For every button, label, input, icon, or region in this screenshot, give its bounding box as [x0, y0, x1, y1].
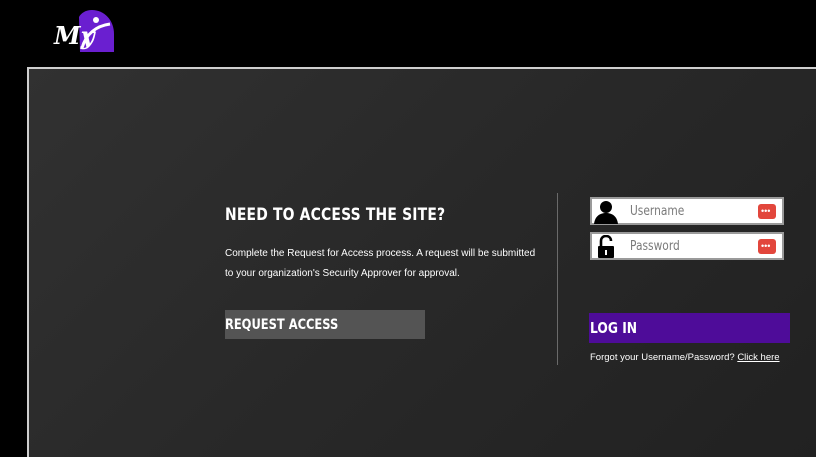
app-logo[interactable]: My — [52, 8, 114, 54]
access-description: Complete the Request for Access process.… — [225, 248, 536, 279]
password-key-icon[interactable]: ••• — [758, 239, 776, 254]
forgot-link[interactable]: Click here — [737, 352, 779, 363]
forgot-text: Forgot your Username/Password? — [590, 352, 735, 363]
password-key-icon[interactable]: ••• — [758, 204, 776, 219]
password-input[interactable] — [630, 236, 722, 256]
password-field[interactable]: ••• — [590, 232, 784, 260]
request-access-button[interactable]: REQUEST ACCESS — [225, 310, 425, 339]
logo-text: My — [53, 21, 97, 50]
login-button[interactable]: LOG IN — [589, 313, 790, 343]
login-label: LOG IN — [590, 319, 638, 337]
request-access-label: REQUEST ACCESS — [225, 316, 339, 333]
username-input[interactable] — [630, 201, 722, 221]
lock-icon — [598, 235, 614, 258]
access-title: NEED TO ACCESS THE SITE? — [225, 205, 446, 225]
username-field[interactable]: ••• — [590, 197, 784, 225]
header: My — [0, 0, 816, 68]
forgot-credentials: Forgot your Username/Password? Click her… — [590, 352, 780, 363]
user-icon — [594, 201, 618, 224]
section-divider — [557, 193, 558, 365]
